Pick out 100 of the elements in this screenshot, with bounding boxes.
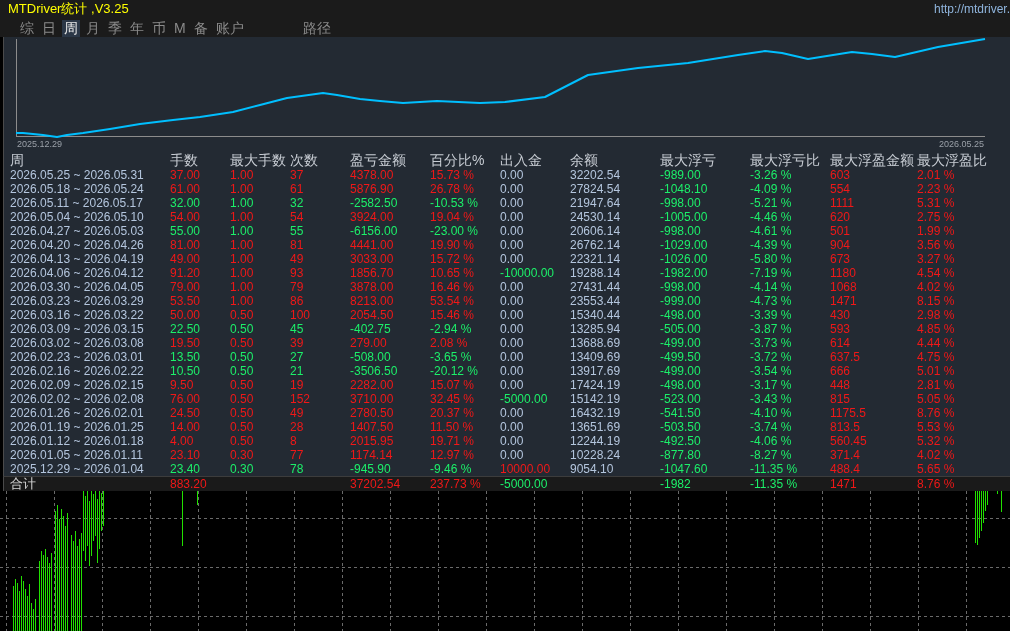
table-cell-text: 11.50 % [430, 420, 475, 434]
table-cell-text: 0.00 [500, 280, 525, 294]
table-cell-text: 2026.03.23 ~ 2026.03.29 [10, 294, 145, 308]
table-cell-text: 3710.00 [350, 392, 395, 406]
table-cell-text: 61 [290, 182, 305, 196]
table-cell-text: 673 [830, 252, 852, 266]
table-cell-text: 2026.04.06 ~ 2026.04.12 [10, 266, 145, 280]
table-cell-text: 21947.64 [570, 196, 622, 210]
table-cell-text: 2054.50 [350, 308, 395, 322]
table-cell-text: 2025.12.29 ~ 2026.01.04 [10, 462, 145, 476]
table-cell-text: 79 [290, 280, 305, 294]
tab[interactable]: 月 [84, 20, 102, 37]
table-cell-text: 81 [290, 238, 305, 252]
table-cell-text: 24530.14 [570, 210, 622, 224]
tab[interactable]: 日 [40, 20, 58, 37]
table-cell-text: 501 [830, 224, 852, 238]
table-cell-text: -4.39 % [750, 238, 793, 252]
tab[interactable]: 备 [191, 20, 210, 37]
table-cell-text: 637.5 [830, 350, 862, 364]
website-link[interactable]: http://mtdriver. [933, 1, 1010, 17]
table-cell-text: 55.00 [170, 224, 202, 238]
table-cell-text: 430 [830, 308, 852, 322]
table-cell-text: 2026.02.02 ~ 2026.02.08 [10, 392, 145, 406]
table-cell-text: 9054.10 [570, 462, 615, 476]
column-header: 手数 [170, 152, 199, 168]
table-cell-text: -945.90 [350, 462, 392, 476]
table-cell-text: 76.00 [170, 392, 202, 406]
table-cell-text: 32202.54 [570, 168, 622, 182]
table-cell-text: 0.00 [500, 210, 525, 224]
table-cell-text: 0.00 [500, 350, 525, 364]
table-cell-text: 0.00 [500, 196, 525, 210]
table-cell-text: 16.46 % [430, 280, 476, 294]
path-button[interactable]: 路径 [300, 20, 333, 37]
table-cell-text: 54.00 [170, 210, 202, 224]
table-cell-text: 5.31 % [917, 196, 956, 210]
column-header: 周 [10, 152, 25, 168]
table-cell-text: -4.46 % [750, 210, 793, 224]
table-cell-text: 23.40 [170, 462, 202, 476]
table-cell-text: 2.98 % [917, 308, 956, 322]
table-cell-text: 2026.04.20 ~ 2026.04.26 [10, 238, 145, 252]
table-cell-text: 39 [290, 336, 305, 350]
tab[interactable]: 综 [18, 20, 36, 37]
tab[interactable]: 年 [128, 20, 146, 37]
table-cell-text: 53.54 % [430, 294, 476, 308]
table-cell-text: -4.61 % [750, 224, 793, 238]
table-cell-text: 1111 [830, 196, 856, 210]
table-cell-text: -4.06 % [750, 434, 793, 448]
table-cell-text: 2.01 % [917, 168, 956, 182]
tab[interactable]: 币 [150, 20, 168, 37]
table-cell-text: 15.73 % [430, 168, 476, 182]
table-cell-text: -3.65 % [430, 350, 473, 364]
table-cell-text: -23.00 % [430, 224, 480, 238]
table-cell-text: 37 [290, 168, 305, 182]
tab[interactable]: 账户 [213, 20, 246, 37]
axis-label: 2026.05.25 [938, 139, 984, 149]
table-cell-text: 20.37 % [430, 406, 476, 420]
table-cell-text: 554 [830, 182, 852, 196]
table-cell-text: 27431.44 [570, 280, 622, 294]
table-cell-text: 0.00 [500, 434, 525, 448]
table-cell-text: 4.54 % [917, 266, 956, 280]
table-cell-text: -498.00 [660, 378, 702, 392]
table-cell-text: 32.45 % [430, 392, 476, 406]
table-cell-text: 0.00 [500, 252, 525, 266]
table-cell-text: 1471 [830, 477, 858, 491]
table-cell-text: 0.00 [500, 308, 525, 322]
table-cell-text: 2026.05.25 ~ 2026.05.31 [10, 168, 145, 182]
table-cell-text: -4.10 % [750, 406, 793, 420]
table-cell-text: 5876.90 [350, 182, 395, 196]
tab[interactable]: M [172, 20, 188, 37]
tab[interactable]: 季 [106, 20, 124, 37]
table-cell-text: 91.20 [170, 266, 202, 280]
table-cell-text: 5.05 % [917, 392, 956, 406]
table-cell-text: 22321.14 [570, 252, 622, 266]
table-cell-text: 813.5 [830, 420, 862, 434]
axis-label: 2025.12.29 [17, 139, 63, 149]
table-cell-text: 21 [290, 364, 305, 378]
table-cell-text: 0.50 [230, 336, 255, 350]
column-header: 最大浮亏比 [750, 152, 821, 168]
table-cell-text: -402.75 [350, 322, 392, 336]
table-cell-text: 8 [290, 434, 298, 448]
table-cell-text: -5000.00 [500, 392, 549, 406]
table-cell-text: 1471 [830, 294, 858, 308]
table-cell-text: 1180 [830, 266, 857, 280]
table-cell-text: 5.32 % [917, 434, 956, 448]
table-cell-text: 3.56 % [917, 238, 956, 252]
table-cell-text: 0.50 [230, 378, 255, 392]
column-header: 出入金 [500, 152, 543, 168]
tab[interactable]: 周 [62, 20, 80, 37]
table-cell-text: -498.00 [660, 308, 702, 322]
table-cell-text: 100 [290, 308, 312, 322]
table-cell-text: 3.27 % [917, 252, 956, 266]
table-cell-text: -8.27 % [750, 448, 793, 462]
table-cell-text: -1029.00 [660, 238, 709, 252]
table-cell-text: -508.00 [350, 350, 392, 364]
table-cell-text: 2026.01.05 ~ 2026.01.11 [10, 448, 144, 462]
table-cell-text: -3.72 % [750, 350, 793, 364]
table-cell-text: 10000.00 [500, 462, 552, 476]
table-cell-text: 45 [290, 322, 305, 336]
table-cell-text: -4.73 % [750, 294, 793, 308]
table-cell-text: 17424.19 [570, 378, 622, 392]
